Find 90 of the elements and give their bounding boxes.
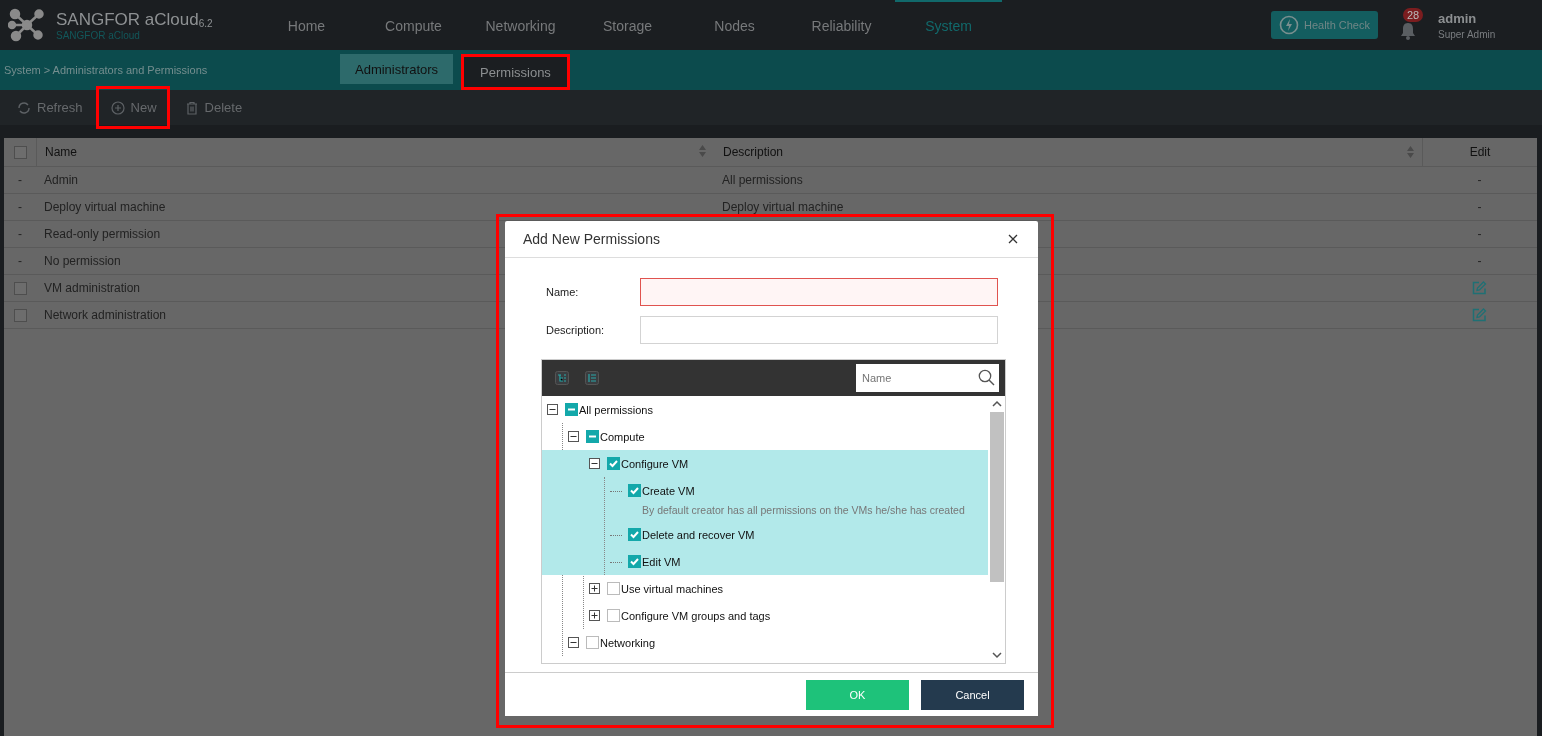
field-label: Name: [545,286,580,298]
table-cell: No permission [44,254,121,268]
refresh-icon [17,100,31,115]
tree-checkbox[interactable] [628,484,641,497]
field-label: Description: [545,324,606,336]
checkmark-icon [629,485,640,496]
checkmark-icon [608,458,619,469]
collapse-toggle[interactable] [589,457,601,470]
nav-tab[interactable]: Storage [574,0,681,50]
health-check-button[interactable]: Health Check [1270,11,1378,39]
tree-checkbox[interactable] [628,528,641,541]
text-input-field[interactable] [640,278,998,306]
nav-tab[interactable]: Compute [360,0,467,50]
tree-checkbox[interactable] [607,457,620,470]
table-cell: - [18,200,22,214]
column-header: Edit [1469,145,1491,159]
page-tab[interactable]: Administrators [340,54,454,84]
row-checkbox[interactable] [13,308,27,322]
tree-item[interactable]: Compute [600,430,645,443]
table-cell: - [1477,227,1482,241]
search-field[interactable]: Name [856,364,999,392]
table-cell: - [1477,254,1482,268]
user-role: Super Admin [1438,28,1497,40]
user-name: admin [1438,10,1478,26]
chevron-down-icon[interactable] [991,651,1002,659]
lightning-icon [1278,15,1299,35]
column-header[interactable]: Name [45,145,77,159]
tree-item[interactable]: Create VM [642,484,695,497]
table-cell: - [1477,173,1482,187]
table-cell: - [1477,200,1482,214]
table-cell: Deploy virtual machine [44,200,166,214]
tree-item[interactable]: Edit VM [642,555,681,568]
trash-icon [184,100,199,115]
tree-checkbox[interactable] [586,430,599,443]
bell-icon[interactable] [1400,22,1416,40]
permission-note: By default creator has all permissions on the VMs he/she has created [641,504,966,518]
tree-item[interactable]: Networking [600,636,656,649]
table-cell: Admin [44,173,78,187]
checkmark-icon [629,556,640,567]
nav-tab[interactable]: Reliability [788,0,895,50]
collapse-toggle[interactable] [568,430,580,443]
tree-checkbox[interactable] [628,555,641,568]
tree-checkbox[interactable] [586,636,599,649]
new-button[interactable]: New [95,86,170,129]
search-icon [978,369,995,386]
tree-checkbox[interactable] [565,403,578,416]
dialog-title: Add New Permissions [523,231,660,247]
table-cell: All permissions [722,173,803,187]
product-version: 6.2 [198,17,213,29]
nav-tab[interactable]: Networking [467,0,574,50]
collapse-toggle[interactable] [547,403,559,416]
tree-item[interactable]: Configure VM groups and tags [621,609,771,622]
tree-checkbox[interactable] [607,609,620,622]
tree-item[interactable]: Use virtual machines [621,582,724,595]
table-cell: - [18,254,22,268]
product-name: SANGFOR aCloud [56,9,199,30]
table-cell: VM administration [44,281,141,295]
collapse-toggle[interactable] [568,636,580,649]
table-cell: Read-only permission [44,227,161,241]
nav-tab[interactable]: Home [253,0,360,50]
plus-circle-icon [110,100,125,115]
network-logo-icon [8,6,46,44]
refresh-button[interactable]: Refresh [2,86,96,129]
tree-item[interactable]: Delete and recover VM [642,528,755,541]
row-checkbox[interactable] [13,281,27,295]
table-cell: Network administration [44,308,167,322]
table-cell: - [18,173,22,187]
sort-icon[interactable] [699,145,706,157]
breadcrumb: System > Administrators and Permissions [3,64,209,76]
chevron-up-icon[interactable] [991,400,1002,408]
list-view-icon[interactable] [585,371,599,385]
page-tab[interactable]: Permissions [461,54,570,90]
select-all-checkbox[interactable] [13,145,27,159]
close-icon[interactable] [1008,234,1018,244]
table-cell: - [18,227,22,241]
expand-toggle[interactable] [589,609,601,622]
tree-item[interactable]: All permissions [579,403,653,416]
tree-view-icon[interactable] [555,371,569,385]
table-cell: Deploy virtual machine [722,200,844,214]
cancel-button[interactable]: Cancel [921,679,1024,710]
tree-checkbox[interactable] [607,582,620,595]
column-header[interactable]: Description [723,145,784,159]
checkmark-icon [629,529,640,540]
expand-toggle[interactable] [589,582,601,595]
sort-icon[interactable] [1407,146,1414,158]
delete-button[interactable]: Delete [169,86,256,129]
notification-count: 28 [1403,8,1424,22]
ok-button[interactable]: OK [806,679,909,710]
tree-item[interactable]: Configure VM [621,457,689,470]
nav-tab[interactable]: Nodes [681,0,788,50]
